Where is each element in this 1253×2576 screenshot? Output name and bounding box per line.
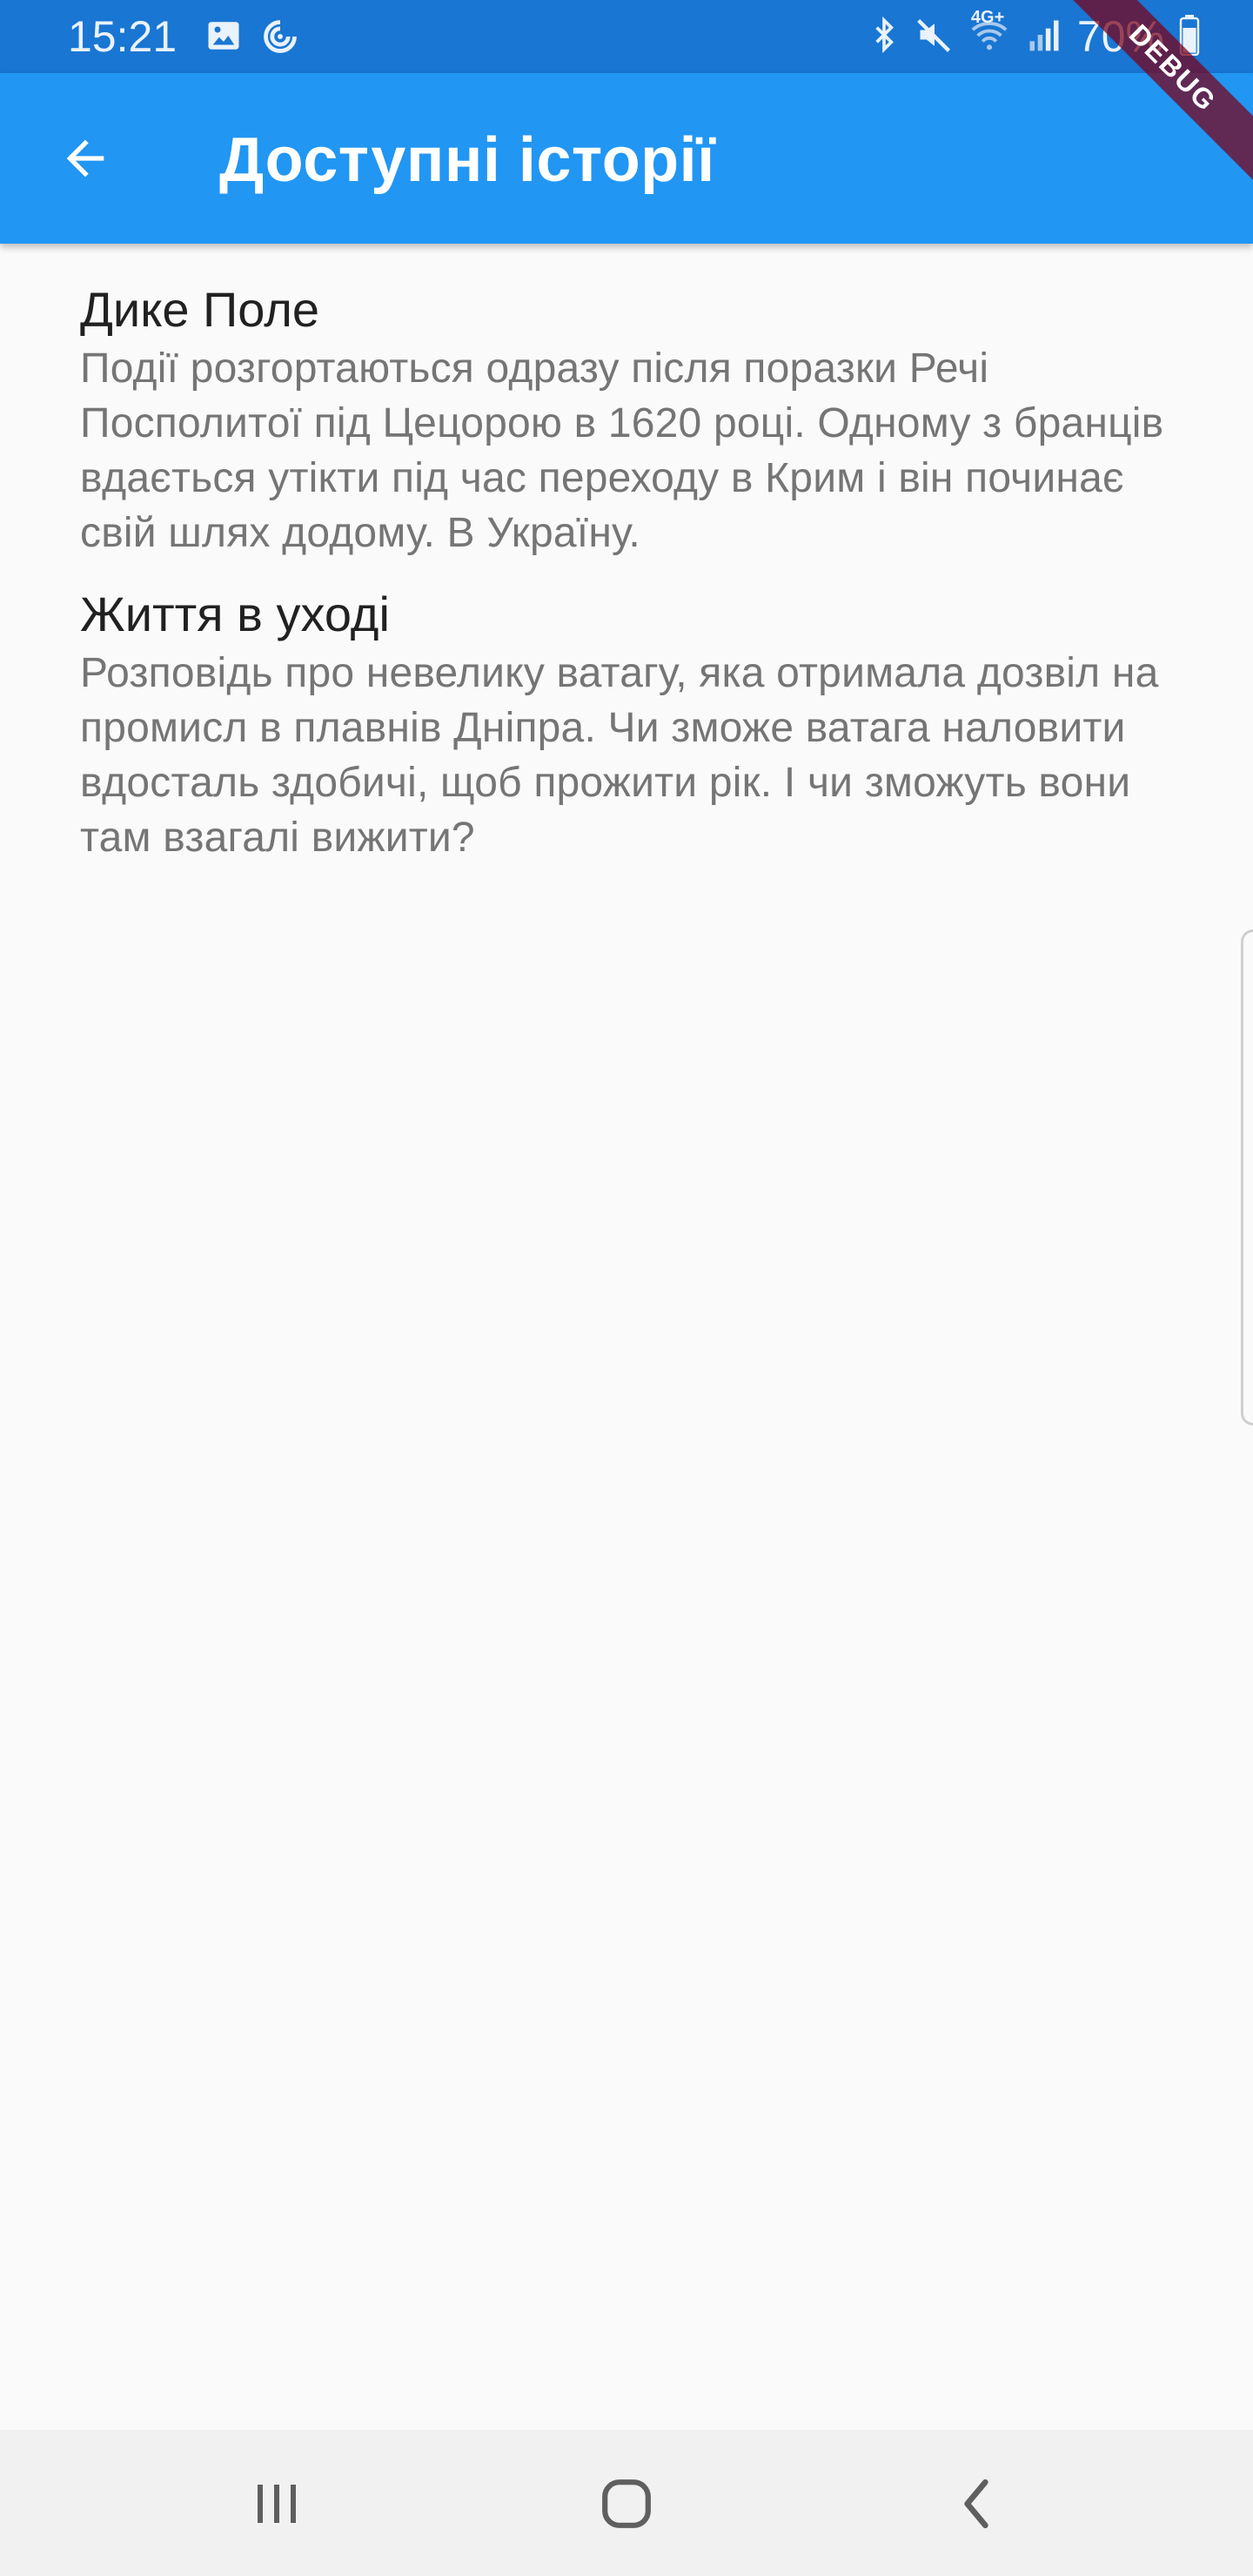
nav-back-icon xyxy=(955,2477,997,2535)
wifi-icon: 4G+ xyxy=(968,8,1011,59)
story-description: Розповідь про невелику ватагу, яка отрим… xyxy=(80,650,1159,861)
story-list: Дике Поле Події розгортаються одразу піс… xyxy=(80,278,1194,888)
back-button[interactable] xyxy=(44,118,127,202)
navigation-bar xyxy=(0,2430,1253,2576)
mute-icon xyxy=(915,16,954,58)
recents-button[interactable] xyxy=(233,2466,320,2545)
story-description: Події розгортаються одразу після поразки… xyxy=(80,345,1164,556)
app-bar: Доступні історії xyxy=(0,73,1253,244)
story-title: Дике Поле xyxy=(80,282,320,337)
status-bar: 15:21 4G+ 70% xyxy=(0,0,1253,73)
home-button[interactable] xyxy=(583,2466,670,2545)
home-icon xyxy=(600,2477,653,2535)
story-title: Життя в уході xyxy=(80,587,390,641)
status-time: 15:21 xyxy=(68,12,178,61)
recents-icon xyxy=(251,2479,303,2532)
story-item[interactable]: Життя в уході Розповідь про невелику ват… xyxy=(80,583,1194,865)
edge-panel-handle[interactable] xyxy=(1241,929,1253,1426)
arrow-back-icon xyxy=(57,131,113,191)
status-left-icons xyxy=(205,17,299,60)
image-icon xyxy=(205,17,242,60)
network-type-label: 4G+ xyxy=(970,7,1005,27)
system-back-button[interactable] xyxy=(933,2466,1020,2545)
signal-icon xyxy=(1025,16,1063,58)
story-item[interactable]: Дике Поле Події розгортаються одразу піс… xyxy=(80,278,1194,560)
sync-icon xyxy=(261,17,299,60)
page-title: Доступні історії xyxy=(219,125,715,195)
bluetooth-icon xyxy=(867,14,901,60)
screen: 15:21 4G+ 70% xyxy=(0,0,1253,2576)
